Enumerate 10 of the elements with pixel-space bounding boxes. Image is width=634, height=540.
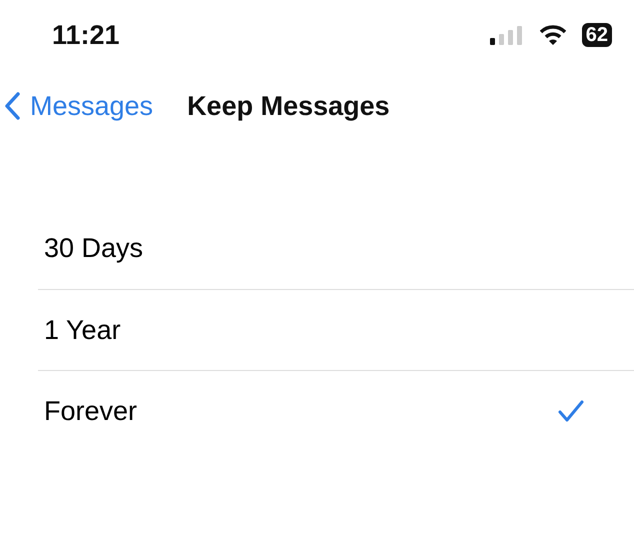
chevron-icon: [4, 92, 20, 120]
battery-icon: 62: [582, 23, 612, 47]
signal-icon: [490, 25, 524, 45]
wifi-icon: [540, 25, 566, 45]
option-row[interactable]: Forever: [38, 370, 634, 451]
back-button[interactable]: Messages: [4, 86, 154, 126]
screen-title: Keep Messages: [187, 90, 390, 123]
status-time: 11:21: [52, 18, 120, 52]
option-row[interactable]: 1 Year: [38, 289, 634, 370]
option-row[interactable]: 30 Days: [38, 208, 634, 289]
